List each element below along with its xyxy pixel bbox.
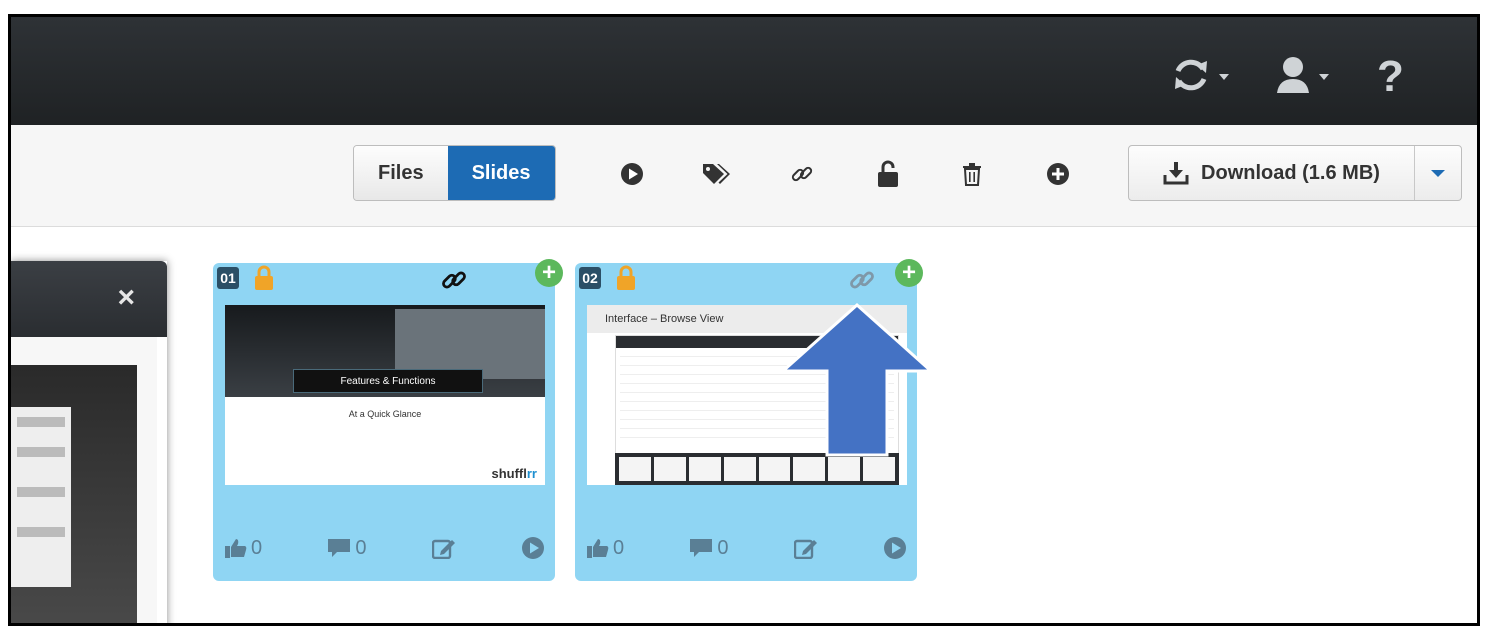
like-count: 0 [251,536,263,559]
like-button[interactable]: 0 [225,537,262,560]
preview-panel-body [11,337,157,623]
close-icon[interactable]: × [117,283,135,313]
play-slide-button[interactable] [883,536,907,560]
help-icon: ? [1377,52,1404,101]
play-icon [522,537,544,559]
download-icon [1163,162,1189,185]
chevron-down-icon [1431,169,1445,177]
lock-icon[interactable] [615,265,637,296]
comment-button[interactable]: 0 [689,536,729,560]
add-slide-button[interactable]: + [895,259,923,287]
like-button[interactable]: 0 [587,537,624,560]
tags-icon [703,164,730,184]
slide-thumbnail[interactable]: Features & Functions At a Quick Glance s… [225,305,545,485]
help-button[interactable]: ? [1377,55,1404,99]
annotation-arrow [779,303,935,457]
app-window: ? Files Slides Download (1.6 MB) × 01 + … [8,14,1480,626]
top-navbar: ? [11,17,1477,125]
add-button[interactable] [1043,159,1073,189]
play-button[interactable] [617,159,647,189]
sync-icon [1171,55,1211,100]
download-split-button: Download (1.6 MB) [1128,145,1462,201]
download-label: Download (1.6 MB) [1201,161,1380,184]
shufflrr-logo: shufflrr [491,466,537,481]
link-icon[interactable] [439,265,469,300]
slide-card-footer: 0 0 [225,531,545,565]
like-count: 0 [613,536,625,559]
comment-count: 0 [717,536,729,559]
tags-button[interactable] [701,159,731,189]
slide-number: 02 [579,267,601,289]
slide-number: 01 [217,267,239,289]
toolbar: Files Slides Download (1.6 MB) [11,125,1477,227]
view-toggle: Files Slides [353,145,556,201]
slide-card[interactable]: 01 + Features & Functions At a Quick Gla… [213,259,563,581]
add-slide-button[interactable]: + [535,259,563,287]
preview-panel: × [11,261,167,623]
download-button[interactable]: Download (1.6 MB) [1129,146,1415,200]
preview-panel-header: × [11,261,167,337]
play-slide-button[interactable] [521,536,545,560]
trash-icon [963,163,981,186]
add-circle-icon [1047,163,1069,185]
unlock-icon [878,160,898,187]
link-icon[interactable] [847,265,877,300]
play-icon [621,163,643,185]
thumbs-up-icon [225,539,247,558]
link-button[interactable] [787,159,817,189]
slide-subtitle-text: At a Quick Glance [348,409,422,419]
edit-button[interactable] [431,537,456,559]
chevron-down-icon [1219,74,1229,80]
chevron-down-icon [1319,74,1329,80]
slide-card-footer: 0 0 [587,531,907,565]
files-tab-button[interactable]: Files [354,146,448,200]
comment-icon [690,539,713,557]
thumbs-up-icon [587,539,609,558]
download-options-button[interactable] [1415,146,1461,200]
comment-count: 0 [355,536,367,559]
play-icon [884,537,906,559]
comment-icon [328,539,351,557]
lock-icon[interactable] [253,265,275,296]
edit-icon [793,539,817,559]
preview-screenshot [11,365,137,623]
comment-button[interactable]: 0 [327,536,367,560]
slide-banner-text: Features & Functions [293,369,483,393]
edit-icon [431,539,455,559]
slides-tab-button[interactable]: Slides [447,146,555,200]
link-icon [791,166,813,182]
user-icon [1275,55,1311,100]
user-menu[interactable] [1275,55,1329,99]
sync-menu[interactable] [1171,55,1229,99]
edit-button[interactable] [793,537,818,559]
unlock-button[interactable] [873,159,903,189]
delete-button[interactable] [957,159,987,189]
